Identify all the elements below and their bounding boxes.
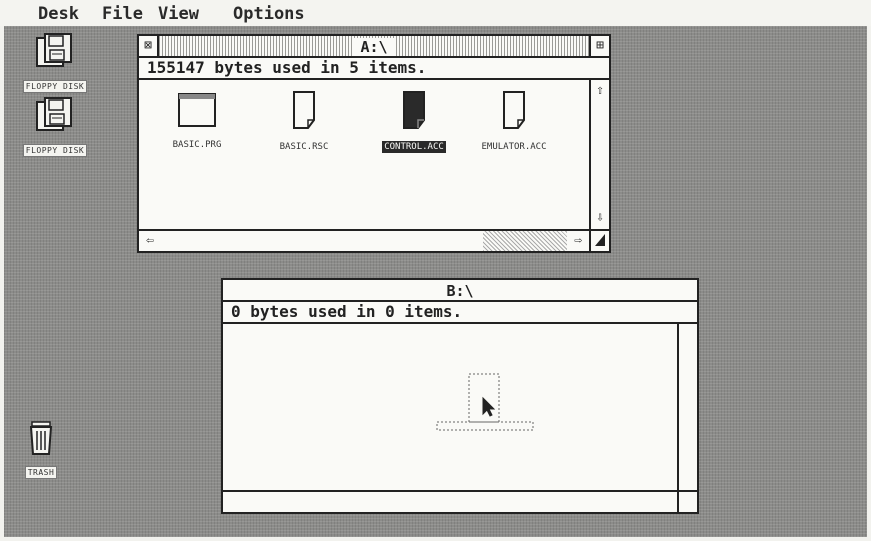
scroll-up-arrow-icon[interactable]: ⇧ xyxy=(591,82,609,100)
menu-bar: Desk File View Options xyxy=(0,0,871,26)
menu-file[interactable]: File xyxy=(102,4,143,24)
document-icon xyxy=(293,91,315,129)
menu-options[interactable]: Options xyxy=(233,4,305,24)
desktop-icon-floppy-a[interactable]: FLOPPY DISK xyxy=(6,32,104,93)
trash-label: TRASH xyxy=(24,466,58,479)
scroll-down-arrow-icon[interactable]: ⇩ xyxy=(591,209,609,227)
vertical-scrollbar[interactable]: ⇧ ⇩ xyxy=(589,80,609,229)
close-box[interactable]: ⊠ xyxy=(139,36,159,56)
horizontal-scrollbar[interactable]: ⇦ ⇨ xyxy=(139,229,589,251)
document-icon xyxy=(503,91,525,129)
document-icon xyxy=(403,91,425,129)
mouse-pointer-icon xyxy=(482,396,496,417)
floppy-b-label: FLOPPY DISK xyxy=(22,144,88,157)
file-item[interactable]: BASIC.PRG xyxy=(147,90,247,151)
menu-desk[interactable]: Desk xyxy=(38,4,79,24)
floppy-disk-icon xyxy=(36,33,72,67)
full-box[interactable]: ⊞ xyxy=(589,36,609,56)
trash-can-icon xyxy=(29,421,53,455)
desktop-icon-trash[interactable]: TRASH xyxy=(6,420,76,479)
window-a-title: A:\ xyxy=(352,38,396,56)
scroll-right-arrow-icon[interactable]: ⇨ xyxy=(569,232,587,250)
window-b-titlebar[interactable]: B:\ xyxy=(223,280,697,302)
window-drive-b[interactable]: B:\ 0 bytes used in 0 items. xyxy=(221,278,699,514)
resize-icon xyxy=(595,234,605,246)
window-b-title: B:\ xyxy=(438,282,482,300)
resize-box[interactable] xyxy=(589,229,609,251)
window-a-titlebar[interactable]: ⊠ A:\ ⊞ xyxy=(139,36,609,58)
file-item-selected[interactable]: CONTROL.ACC xyxy=(364,90,464,153)
program-icon xyxy=(178,93,216,127)
file-item[interactable]: EMULATOR.ACC xyxy=(464,90,564,153)
file-name: EMULATOR.ACC xyxy=(481,142,547,152)
resize-box[interactable] xyxy=(677,490,697,512)
menu-view[interactable]: View xyxy=(158,4,199,24)
window-drive-a[interactable]: ⊠ A:\ ⊞ 155147 bytes used in 5 items. BA… xyxy=(137,34,611,253)
file-name: BASIC.RSC xyxy=(279,142,329,152)
window-b-info: 0 bytes used in 0 items. xyxy=(223,302,697,324)
floppy-a-label: FLOPPY DISK xyxy=(22,80,88,93)
scroll-left-arrow-icon[interactable]: ⇦ xyxy=(141,232,159,250)
vertical-scrollbar[interactable] xyxy=(677,324,697,490)
desktop-icon-floppy-b[interactable]: FLOPPY DISK xyxy=(6,96,104,157)
scroll-track[interactable] xyxy=(483,231,567,251)
file-name: BASIC.PRG xyxy=(172,140,222,150)
file-name: CONTROL.ACC xyxy=(382,141,446,153)
horizontal-scrollbar[interactable] xyxy=(223,490,677,512)
floppy-disk-icon xyxy=(36,97,72,131)
window-a-info: 155147 bytes used in 5 items. xyxy=(139,58,609,80)
file-item[interactable]: BASIC.RSC xyxy=(254,90,354,153)
